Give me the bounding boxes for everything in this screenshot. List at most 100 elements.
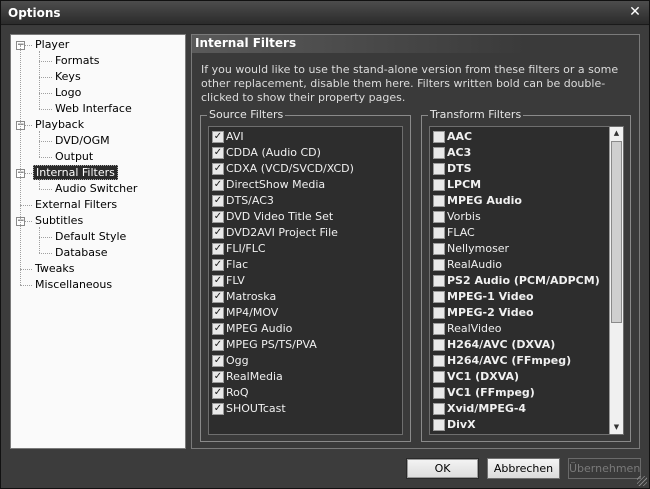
- transform-filter-item[interactable]: LPCM: [430, 177, 610, 193]
- source-filter-item[interactable]: ✓ Flac: [209, 257, 402, 273]
- checkbox-checked-icon[interactable]: ✓: [212, 275, 224, 287]
- source-filter-item[interactable]: ✓ MPEG Audio: [209, 321, 402, 337]
- checkbox-unchecked-icon[interactable]: [433, 355, 445, 367]
- checkbox-unchecked-icon[interactable]: [433, 403, 445, 415]
- tree-item-internal-filters[interactable]: Internal Filters: [33, 165, 118, 181]
- checkbox-checked-icon[interactable]: ✓: [212, 339, 224, 351]
- tree-item-web-interface[interactable]: Web Interface: [53, 101, 134, 117]
- close-icon[interactable]: ✕: [627, 4, 643, 20]
- source-filter-item[interactable]: ✓ Matroska: [209, 289, 402, 305]
- scroll-up-icon[interactable]: ▲: [610, 127, 623, 140]
- tree-item-dvd-ogm[interactable]: DVD/OGM: [53, 133, 112, 149]
- checkbox-unchecked-icon[interactable]: [433, 131, 445, 143]
- source-filter-item[interactable]: ✓ FLV: [209, 273, 402, 289]
- transform-filter-item[interactable]: DivX: [430, 417, 610, 433]
- checkbox-unchecked-icon[interactable]: [433, 227, 445, 239]
- source-filter-item[interactable]: ✓ CDDA (Audio CD): [209, 145, 402, 161]
- checkbox-unchecked-icon[interactable]: [433, 179, 445, 191]
- checkbox-unchecked-icon[interactable]: [433, 147, 445, 159]
- source-filter-item[interactable]: ✓ MP4/MOV: [209, 305, 402, 321]
- transform-filter-item[interactable]: Xvid/MPEG-4: [430, 401, 610, 417]
- ok-button[interactable]: OK: [406, 458, 479, 479]
- transform-filter-item[interactable]: AAC: [430, 129, 610, 145]
- transform-filter-item[interactable]: DTS: [430, 161, 610, 177]
- source-filter-item[interactable]: ✓ FLI/FLC: [209, 241, 402, 257]
- checkbox-unchecked-icon[interactable]: [433, 339, 445, 351]
- source-filter-item[interactable]: ✓ RealMedia: [209, 369, 402, 385]
- checkbox-checked-icon[interactable]: ✓: [212, 163, 224, 175]
- apply-button[interactable]: Übernehmen: [568, 458, 641, 479]
- transform-filter-item[interactable]: Nellymoser: [430, 241, 610, 257]
- tree-item-subtitles[interactable]: Subtitles: [33, 213, 85, 229]
- transform-filter-item[interactable]: AC3: [430, 145, 610, 161]
- checkbox-unchecked-icon[interactable]: [433, 291, 445, 303]
- checkbox-checked-icon[interactable]: ✓: [212, 227, 224, 239]
- transform-filter-item[interactable]: MPEG Audio: [430, 193, 610, 209]
- checkbox-checked-icon[interactable]: ✓: [212, 355, 224, 367]
- checkbox-unchecked-icon[interactable]: [433, 387, 445, 399]
- options-tree[interactable]: Player − Formats Keys Logo Web Interface Playb…: [10, 34, 186, 449]
- source-filter-item[interactable]: ✓ DirectShow Media: [209, 177, 402, 193]
- checkbox-checked-icon[interactable]: ✓: [212, 291, 224, 303]
- source-filter-item[interactable]: ✓ SHOUTcast: [209, 401, 402, 417]
- checkbox-unchecked-icon[interactable]: [433, 243, 445, 255]
- source-filter-item[interactable]: ✓ RoQ: [209, 385, 402, 401]
- transform-filter-item[interactable]: H264/AVC (FFmpeg): [430, 353, 610, 369]
- checkbox-checked-icon[interactable]: ✓: [212, 195, 224, 207]
- source-filter-item[interactable]: ✓ CDXA (VCD/SVCD/XCD): [209, 161, 402, 177]
- checkbox-unchecked-icon[interactable]: [433, 419, 445, 431]
- transform-filter-item[interactable]: Vorbis: [430, 209, 610, 225]
- checkbox-unchecked-icon[interactable]: [433, 275, 445, 287]
- checkbox-checked-icon[interactable]: ✓: [212, 211, 224, 223]
- transform-filter-item[interactable]: H264/AVC (DXVA): [430, 337, 610, 353]
- checkbox-unchecked-icon[interactable]: [433, 323, 445, 335]
- tree-item-external-filters[interactable]: External Filters: [33, 197, 119, 213]
- tree-item-keys[interactable]: Keys: [53, 69, 83, 85]
- tree-item-formats[interactable]: Formats: [53, 53, 102, 69]
- transform-filter-item[interactable]: VC1 (DXVA): [430, 369, 610, 385]
- checkbox-checked-icon[interactable]: ✓: [212, 323, 224, 335]
- source-filter-item[interactable]: ✓ DTS/AC3: [209, 193, 402, 209]
- transform-filter-item[interactable]: VC1 (FFmpeg): [430, 385, 610, 401]
- checkbox-unchecked-icon[interactable]: [433, 259, 445, 271]
- checkbox-unchecked-icon[interactable]: [433, 307, 445, 319]
- checkbox-unchecked-icon[interactable]: [433, 195, 445, 207]
- tree-item-output[interactable]: Output: [53, 149, 95, 165]
- tree-item-tweaks[interactable]: Tweaks: [33, 261, 77, 277]
- transform-filter-item[interactable]: FLAC: [430, 225, 610, 241]
- transform-filter-item[interactable]: RealVideo: [430, 321, 610, 337]
- checkbox-unchecked-icon[interactable]: [433, 211, 445, 223]
- source-filter-item[interactable]: ✓ DVD2AVI Project File: [209, 225, 402, 241]
- transform-filter-item[interactable]: MPEG-2 Video: [430, 305, 610, 321]
- transform-filter-item[interactable]: RealAudio: [430, 257, 610, 273]
- source-filters-list[interactable]: ✓ AVI ✓ CDDA (Audio CD) ✓ CDXA (VCD/SVCD/XCD)…: [208, 126, 403, 435]
- checkbox-checked-icon[interactable]: ✓: [212, 243, 224, 255]
- tree-item-default-style[interactable]: Default Style: [53, 229, 128, 245]
- source-filter-item[interactable]: ✓ AVI: [209, 129, 402, 145]
- checkbox-checked-icon[interactable]: ✓: [212, 179, 224, 191]
- source-filter-item[interactable]: ✓ MPEG PS/TS/PVA: [209, 337, 402, 353]
- tree-item-audio-switcher[interactable]: Audio Switcher: [53, 181, 139, 197]
- tree-item-playback[interactable]: Playback: [33, 117, 86, 133]
- resize-grip-icon[interactable]: [637, 476, 647, 486]
- scroll-thumb[interactable]: [611, 141, 622, 323]
- checkbox-unchecked-icon[interactable]: [433, 163, 445, 175]
- checkbox-checked-icon[interactable]: ✓: [212, 131, 224, 143]
- scroll-down-icon[interactable]: ▼: [610, 421, 623, 434]
- transform-scrollbar[interactable]: ▲ ▼: [609, 127, 623, 434]
- checkbox-checked-icon[interactable]: ✓: [212, 387, 224, 399]
- checkbox-unchecked-icon[interactable]: [433, 371, 445, 383]
- checkbox-checked-icon[interactable]: ✓: [212, 147, 224, 159]
- title-bar[interactable]: Options ✕: [1, 1, 649, 25]
- tree-item-miscellaneous[interactable]: Miscellaneous: [33, 277, 114, 293]
- tree-item-database[interactable]: Database: [53, 245, 110, 261]
- checkbox-checked-icon[interactable]: ✓: [212, 259, 224, 271]
- checkbox-checked-icon[interactable]: ✓: [212, 371, 224, 383]
- tree-item-logo[interactable]: Logo: [53, 85, 83, 101]
- transform-filter-item[interactable]: PS2 Audio (PCM/ADPCM): [430, 273, 610, 289]
- transform-filter-item[interactable]: MPEG-1 Video: [430, 289, 610, 305]
- cancel-button[interactable]: Abbrechen: [487, 458, 560, 479]
- checkbox-checked-icon[interactable]: ✓: [212, 307, 224, 319]
- source-filter-item[interactable]: ✓ Ogg: [209, 353, 402, 369]
- source-filter-item[interactable]: ✓ DVD Video Title Set: [209, 209, 402, 225]
